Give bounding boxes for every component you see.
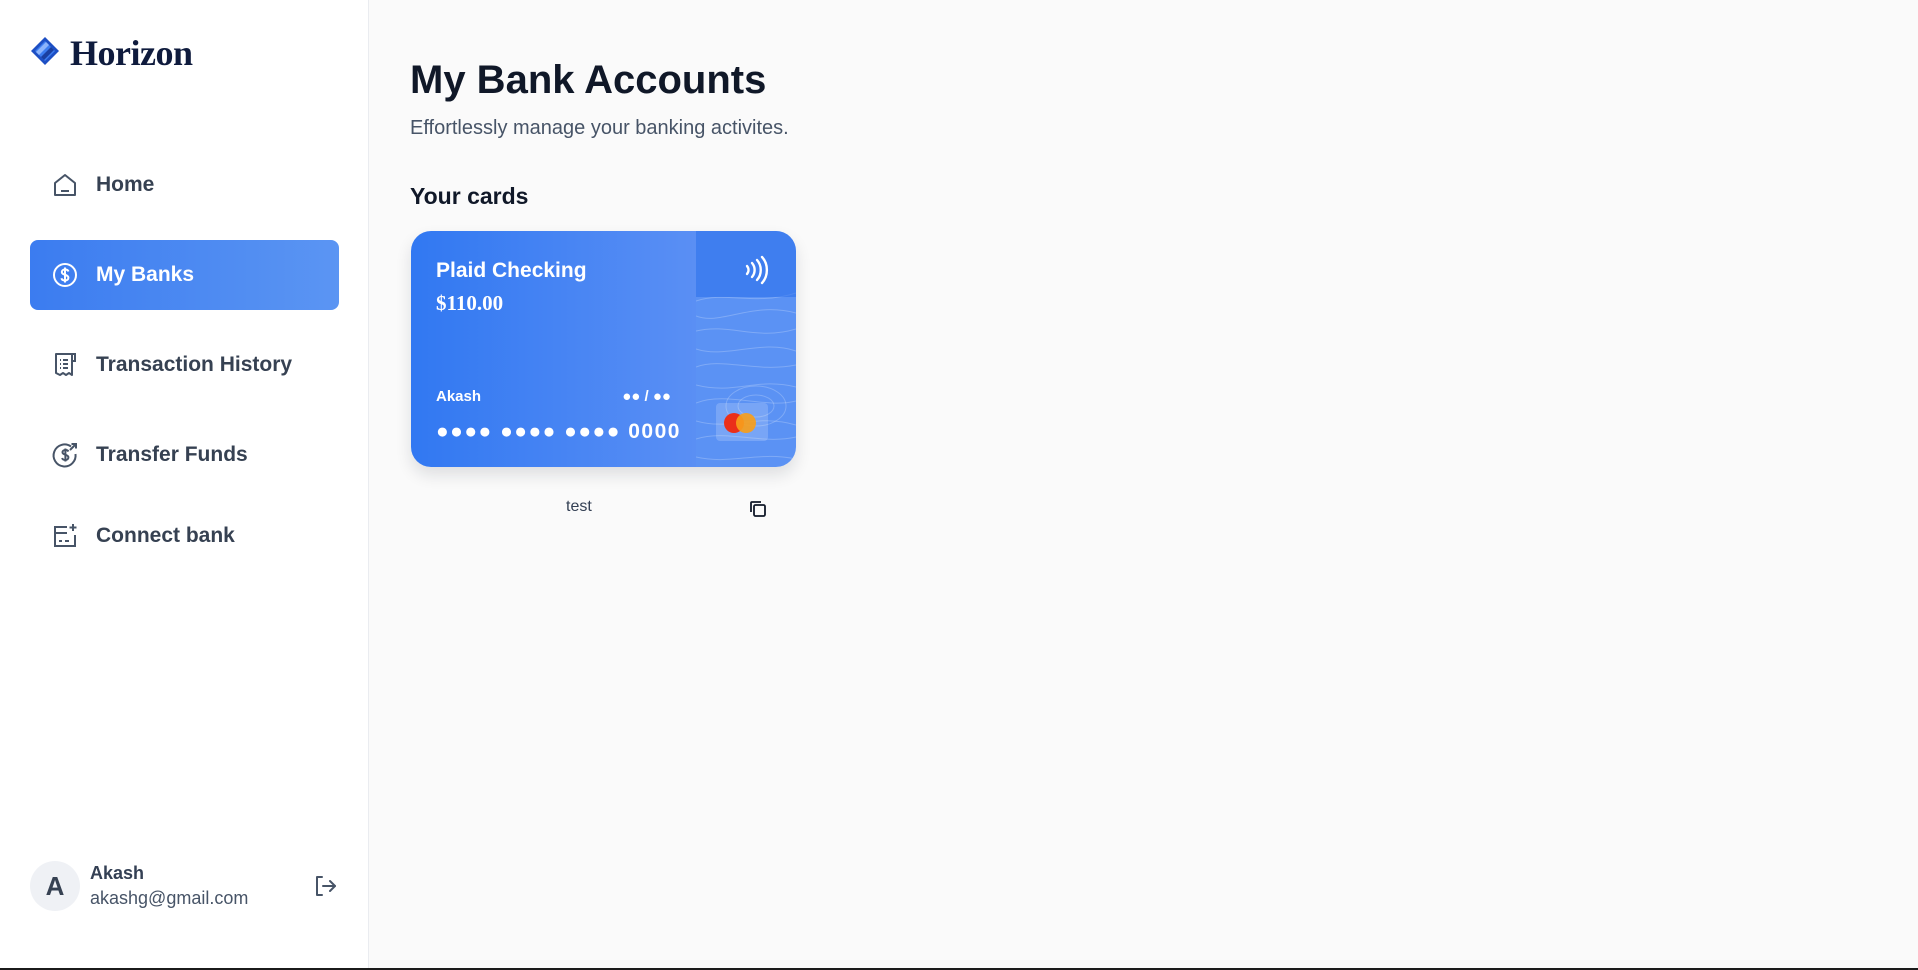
sidebar-item-home[interactable]: Home [30,150,339,220]
sidebar-item-my-banks[interactable]: My Banks [30,240,339,310]
card-holder-name: Akash [436,388,482,405]
card-balance: $110.00 [436,291,504,315]
card-account-name: Plaid Checking [436,259,587,282]
home-icon [50,170,80,200]
bank-card-side [696,231,796,467]
horizon-logo-icon [30,36,60,71]
logout-icon[interactable] [311,872,339,900]
sidebar-item-connect-bank[interactable]: Connect bank [30,501,339,571]
avatar[interactable]: A [30,861,80,911]
page-title: My Bank Accounts [410,58,767,102]
bank-card-front: Plaid Checking $110.00 Akash ●● / ●● ●●●… [411,231,696,467]
user-footer: A Akash akashg@gmail.com [30,860,339,912]
money-send-icon [50,440,80,470]
user-email: akashg@gmail.com [90,888,249,908]
sidebar-item-label: Transaction History [96,353,293,376]
dollar-circle-icon [50,260,80,290]
user-info: Akash akashg@gmail.com [90,863,248,909]
sidebar-item-label: Home [96,173,155,196]
user-name: Akash [90,863,145,883]
card-add-icon [50,521,80,551]
card-caption: test [566,498,592,515]
page-subtitle: Effortlessly manage your banking activit… [410,117,789,139]
mastercard-icon [716,403,768,441]
sidebar-item-transaction-history[interactable]: Transaction History [30,330,339,400]
brand-logo[interactable]: Horizon [30,32,193,74]
card-number: ●●●● ●●●● ●●●● 0000 [436,420,681,443]
bank-card[interactable]: Plaid Checking $110.00 Akash ●● / ●● ●●●… [411,231,796,467]
section-title: Your cards [410,183,529,209]
sidebar-item-label: Connect bank [96,524,235,547]
card-expiry: ●● / ●● [622,388,671,405]
sidebar-item-label: Transfer Funds [96,443,248,466]
sidebar: Horizon Home My Banks Transaction Histor… [0,0,369,968]
receipt-icon [50,350,80,380]
sidebar-item-label: My Banks [96,263,195,286]
sidebar-item-transfer-funds[interactable]: Transfer Funds [30,420,339,490]
copy-icon[interactable] [748,499,768,519]
brand-name: Horizon [70,33,193,73]
contactless-icon [744,255,772,290]
main-content: My Bank Accounts Effortlessly manage you… [370,0,1918,968]
